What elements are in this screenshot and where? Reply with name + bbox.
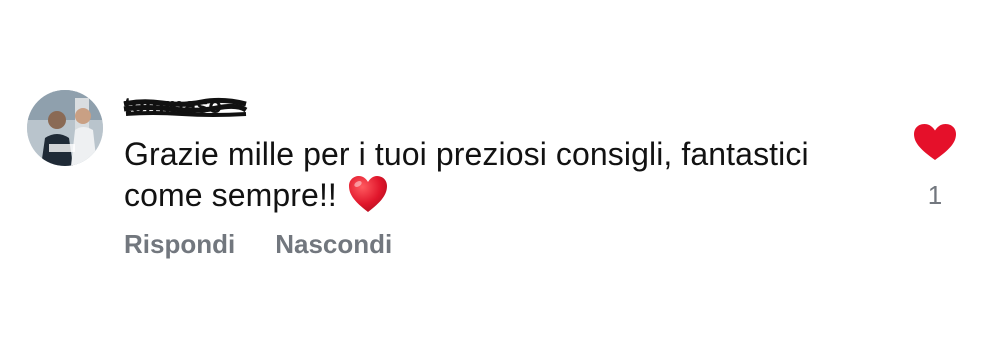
like-count: 1 <box>927 180 943 210</box>
comment: tommaso Grazie mille per i tuoi preziosi… <box>0 0 1000 350</box>
heart-emoji <box>348 176 387 212</box>
comment-body: Grazie mille per i tuoi preziosi consigl… <box>124 136 809 213</box>
reply-button[interactable]: Rispondi <box>124 228 235 260</box>
comment-text: Grazie mille per i tuoi preziosi consigl… <box>124 134 884 215</box>
comment-actions: Rispondi Nascondi <box>124 228 392 260</box>
avatar-photo <box>27 90 103 166</box>
avatar[interactable] <box>27 90 103 166</box>
heart-icon[interactable] <box>912 122 958 162</box>
hide-button[interactable]: Nascondi <box>275 228 392 260</box>
username-redaction <box>123 97 248 117</box>
